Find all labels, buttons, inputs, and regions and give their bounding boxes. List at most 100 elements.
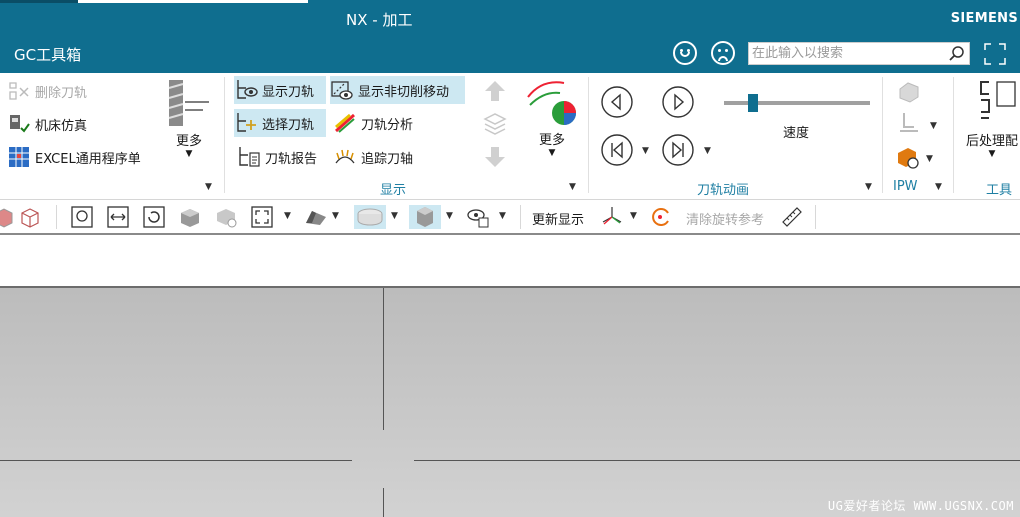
frown-feedback-icon[interactable] bbox=[711, 41, 735, 65]
visibility-icon[interactable] bbox=[466, 205, 490, 229]
toolbar-divider bbox=[520, 205, 521, 229]
ipw-display-icon[interactable] bbox=[896, 79, 922, 105]
ipw-tool-dropdown-icon[interactable]: ▼ bbox=[930, 121, 937, 131]
ipw-group-expand-icon[interactable]: ▼ bbox=[935, 182, 942, 192]
fullscreen-icon[interactable] bbox=[983, 42, 1007, 66]
chevron-down-icon: ▼ bbox=[988, 149, 996, 159]
fit-view-icon[interactable] bbox=[70, 205, 94, 229]
speed-label: 速度 bbox=[783, 126, 810, 141]
show-noncutting-moves-button[interactable]: 显示非切削移动 bbox=[330, 76, 465, 104]
watermark: UG爱好者论坛 WWW.UGSNX.COM bbox=[827, 499, 1014, 513]
visibility-dropdown-icon[interactable]: ▼ bbox=[499, 211, 506, 221]
tab-strip-indicator bbox=[78, 0, 308, 3]
select-toolpath-button[interactable]: 选择刀轨 bbox=[234, 109, 326, 137]
select-toolpath-label: 选择刀轨 bbox=[262, 117, 315, 133]
delete-toolpath-button[interactable]: 删除刀轨 bbox=[7, 77, 87, 105]
box-gear-icon[interactable] bbox=[214, 205, 238, 229]
toolpath-analysis-icon bbox=[335, 113, 355, 133]
cylinder-icon bbox=[357, 208, 383, 226]
trace-tool-axis-button[interactable]: 追踪刀轴 bbox=[333, 143, 413, 171]
graphics-window[interactable]: UG爱好者论坛 WWW.UGSNX.COM bbox=[0, 286, 1020, 517]
postprocess-label: 后处理配 bbox=[966, 134, 1019, 149]
toolpath-report-icon bbox=[239, 147, 260, 167]
shaded-view-button[interactable] bbox=[354, 205, 386, 229]
group-divider bbox=[882, 77, 883, 193]
render-dropdown-icon[interactable]: ▼ bbox=[332, 211, 339, 221]
trace-tool-axis-icon bbox=[335, 149, 355, 164]
show-toolpath-button[interactable]: 显示刀轨 bbox=[234, 76, 326, 104]
orient-dropdown-icon[interactable]: ▼ bbox=[446, 211, 453, 221]
search-icon[interactable] bbox=[948, 45, 966, 63]
delete-toolpath-icon bbox=[9, 82, 29, 100]
display-order-icons bbox=[483, 81, 507, 167]
ribbon: 删除刀轨 机床仿真 EXCEL通用程序单 更多 ▼ ▼ 显示刀轨 显示非切削移动… bbox=[0, 73, 1020, 200]
toolbar-divider bbox=[815, 205, 816, 229]
select-toolpath-icon bbox=[237, 113, 256, 132]
display-options-icon bbox=[527, 81, 576, 125]
group-divider bbox=[224, 77, 225, 193]
command-search[interactable] bbox=[748, 42, 970, 65]
speed-slider-track[interactable] bbox=[724, 101, 870, 105]
ipw-tool-icon[interactable] bbox=[896, 111, 922, 137]
clear-rotation-reference-button[interactable]: 清除旋转参考 bbox=[686, 209, 764, 228]
render-style-icon[interactable] bbox=[304, 205, 328, 229]
part-view-icon[interactable] bbox=[0, 205, 16, 229]
display-more-label: 更多 bbox=[538, 133, 565, 148]
measure-ruler-icon[interactable] bbox=[780, 205, 804, 229]
excel-program-sheet-button[interactable]: EXCEL通用程序单 bbox=[7, 143, 141, 171]
left-group-expand-icon[interactable]: ▼ bbox=[205, 182, 212, 192]
animation-group-expand-icon[interactable]: ▼ bbox=[865, 182, 872, 192]
ipw-group-label: IPW bbox=[893, 179, 918, 194]
hexagon-icon bbox=[417, 207, 433, 227]
ipw-settings-dropdown-icon[interactable]: ▼ bbox=[926, 154, 933, 164]
toolpath-analysis-button[interactable]: 刀轨分析 bbox=[333, 109, 413, 137]
smile-feedback-icon[interactable] bbox=[673, 41, 697, 65]
end-options-dropdown-icon[interactable]: ▼ bbox=[704, 146, 711, 156]
toolpath-report-button[interactable]: 刀轨报告 bbox=[237, 143, 317, 171]
file-tab-indicator[interactable] bbox=[0, 0, 78, 3]
tool-cutter-icon bbox=[168, 80, 209, 126]
postprocess-button[interactable]: 后处理配 ▼ bbox=[966, 78, 1018, 159]
toolpath-analysis-label: 刀轨分析 bbox=[361, 117, 414, 133]
chevron-down-icon: ▼ bbox=[185, 149, 193, 159]
excel-program-sheet-label: EXCEL通用程序单 bbox=[35, 151, 141, 167]
toolbar-divider bbox=[56, 205, 57, 229]
wcs-dropdown-icon[interactable]: ▼ bbox=[630, 211, 637, 221]
go-to-start-icon[interactable] bbox=[600, 133, 634, 167]
display-group-label: 显示 bbox=[380, 183, 407, 198]
noncutting-moves-icon bbox=[331, 81, 353, 100]
origin-v-axis-upper bbox=[383, 288, 384, 430]
machine-simulation-button[interactable]: 机床仿真 bbox=[7, 110, 87, 138]
fullscreen-view-icon[interactable] bbox=[250, 205, 274, 229]
start-options-dropdown-icon[interactable]: ▼ bbox=[642, 146, 649, 156]
step-forward-icon[interactable] bbox=[661, 85, 695, 119]
wireframe-box-icon[interactable] bbox=[18, 205, 42, 229]
machine-simulation-icon bbox=[10, 115, 30, 133]
speed-slider-thumb[interactable] bbox=[748, 94, 759, 112]
show-toolpath-label: 显示刀轨 bbox=[262, 84, 315, 100]
ipw-settings-icon[interactable] bbox=[896, 145, 922, 171]
search-input[interactable] bbox=[749, 43, 944, 64]
shaded-dropdown-icon[interactable]: ▼ bbox=[391, 211, 398, 221]
postprocess-icon bbox=[980, 81, 1016, 119]
display-more-button[interactable]: 更多 ▼ bbox=[526, 77, 578, 158]
step-back-icon[interactable] bbox=[600, 85, 634, 119]
command-line-area bbox=[0, 236, 1020, 286]
go-to-end-icon[interactable] bbox=[661, 133, 695, 167]
shaded-box-icon[interactable] bbox=[178, 205, 202, 229]
excel-sheet-icon bbox=[9, 147, 29, 167]
zoom-icon[interactable] bbox=[106, 205, 130, 229]
display-group-expand-icon[interactable]: ▼ bbox=[569, 182, 576, 192]
title-bar: NX - 加工 SIEMENS GC工具箱 bbox=[0, 0, 1020, 73]
group-divider bbox=[588, 77, 589, 193]
origin-v-axis-lower bbox=[383, 488, 384, 517]
rotate-reference-icon[interactable] bbox=[650, 205, 674, 229]
update-display-button[interactable]: 更新显示 bbox=[532, 209, 584, 228]
origin-h-axis-right bbox=[414, 460, 1020, 461]
left-group-more-button[interactable]: 更多 ▼ bbox=[165, 78, 213, 159]
wcs-axes-icon[interactable] bbox=[600, 205, 624, 229]
rotate-view-icon[interactable] bbox=[142, 205, 166, 229]
delete-toolpath-label: 删除刀轨 bbox=[35, 85, 88, 101]
orient-view-button[interactable] bbox=[409, 205, 441, 229]
view-dropdown-icon[interactable]: ▼ bbox=[284, 211, 291, 221]
